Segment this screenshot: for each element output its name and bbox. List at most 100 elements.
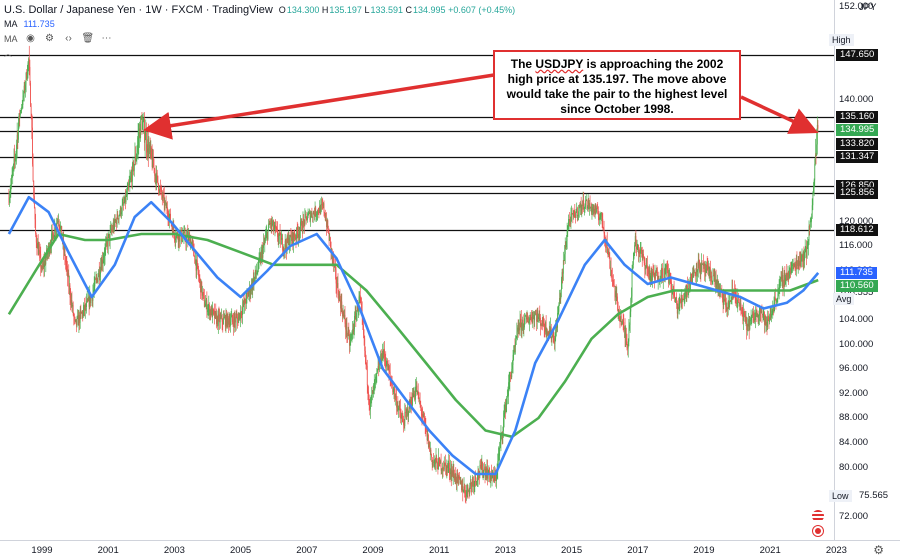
ma-slow-tag: 110.560: [836, 280, 878, 292]
candle-body-113: [80, 311, 82, 313]
candle-body-220: [148, 148, 150, 157]
candle-body-6: [12, 170, 14, 175]
candle-body-622: [404, 412, 406, 427]
candle-body-676: [438, 457, 440, 459]
candle-body-837: [541, 323, 543, 326]
candle-body-117: [82, 309, 84, 316]
candle-body-841: [543, 325, 545, 329]
candle-body-1135: [730, 300, 732, 302]
price-tick: 84.000: [839, 437, 869, 448]
eye-icon[interactable]: ◉: [25, 33, 37, 45]
candle-body-976: [629, 311, 631, 325]
japan-flag-icon[interactable]: [812, 525, 824, 537]
candle-body-786: [508, 381, 510, 383]
candle-body-928: [599, 217, 601, 220]
gear-icon[interactable]: ⚙: [873, 543, 884, 557]
candle-body-793: [513, 353, 515, 355]
candle-body-2: [9, 192, 11, 198]
chevron-up-icon[interactable]: ︿: [4, 49, 12, 58]
candle-body-202: [137, 145, 138, 153]
candle-body-1105: [711, 281, 713, 283]
candle-body-778: [503, 412, 505, 419]
candle-body-615: [399, 408, 401, 415]
candle-body-998: [643, 257, 645, 263]
candle-body-150: [103, 256, 105, 258]
candle-body-178: [121, 204, 123, 213]
candle-body-971: [626, 341, 628, 349]
candle-body-101: [72, 305, 74, 315]
candle-body-428: [280, 239, 282, 245]
candle-body-89: [65, 260, 66, 263]
delete-icon[interactable]: 🗑: [82, 33, 95, 45]
collapse-toggle[interactable]: ︿: [4, 48, 12, 59]
candle-body-796: [515, 341, 516, 347]
candle-body-894: [577, 214, 579, 217]
candle-body-1204: [774, 297, 776, 300]
price-axis[interactable]: JPY 152.000147.670140.000120.000116.0001…: [834, 0, 900, 540]
candle-body-885: [571, 213, 573, 215]
candle-body-1008: [650, 275, 651, 281]
candle-body-351: [231, 315, 233, 320]
indicator2-label: MA: [4, 34, 18, 44]
candle-body-962: [620, 315, 622, 325]
candle-body-647: [420, 404, 422, 408]
candle-body-717: [464, 490, 466, 497]
candle-body-724: [469, 485, 471, 494]
candle-body-904: [583, 207, 585, 209]
candle-body-620: [403, 422, 404, 425]
symbol-title[interactable]: U.S. Dollar / Japanese Yen · 1W · FXCM ·…: [4, 4, 273, 16]
candle-body-718: [465, 496, 467, 497]
candle-body-893: [576, 207, 578, 217]
candle-body-463: [303, 218, 305, 221]
candle-body-42: [35, 219, 37, 235]
candle-body-520: [339, 294, 341, 300]
candle-body-476: [311, 213, 313, 217]
candle-body-591: [384, 357, 386, 361]
candle-body-1193: [767, 319, 769, 321]
candle-body-840: [543, 317, 544, 326]
year-tick: 1999: [31, 545, 53, 556]
candle-body-20: [21, 106, 23, 111]
candle-body-563: [366, 365, 368, 385]
candle-body-599: [389, 371, 391, 377]
candle-body-944: [609, 256, 611, 268]
candle-body-948: [611, 275, 613, 280]
more-icon[interactable]: ⋯: [101, 33, 113, 45]
indicator2-row[interactable]: MA ◉ ⚙ ‹› 🗑 ⋯: [4, 33, 113, 45]
candle-body-1229: [790, 269, 792, 275]
time-axis[interactable]: 1999 2001 2003 2005 2007 2009 2011 2013 2015 2017…: [0, 540, 900, 558]
candle-body-950: [613, 280, 615, 286]
candle-body-992: [639, 250, 641, 253]
candle-body-982: [633, 251, 635, 259]
candle-body-1144: [736, 303, 738, 304]
candle-body-495: [323, 203, 325, 213]
candle-body-934: [603, 227, 604, 229]
settings-icon[interactable]: ⚙: [44, 33, 56, 45]
candle-body-184: [125, 195, 127, 203]
candle-body-1053: [678, 304, 680, 310]
candle-body-1257: [808, 225, 810, 241]
candle-body-1: [9, 197, 10, 203]
candle-body-1011: [652, 271, 653, 281]
candle-body-357: [235, 317, 237, 323]
candle-body-1047: [674, 299, 676, 302]
candle-body-400: [263, 242, 264, 248]
candle-body-1055: [680, 299, 681, 302]
candle-body-994: [641, 249, 643, 254]
candle-body-708: [459, 476, 460, 480]
candle-body-402: [264, 241, 266, 244]
candle-body-575: [374, 380, 376, 385]
source-code-icon[interactable]: ‹›: [63, 33, 75, 45]
candle-body-947: [611, 270, 613, 276]
us-flag-icon[interactable]: [812, 510, 824, 522]
candle-body-554: [361, 303, 362, 310]
candle-body-546: [356, 313, 357, 321]
candle-body-1264: [813, 187, 814, 194]
candle-body-997: [643, 254, 644, 258]
candle-body-574: [373, 384, 375, 385]
candle-body-171: [117, 214, 119, 219]
candle-body-465: [304, 214, 306, 225]
current-price-tag: 134.995: [836, 124, 879, 136]
indicator-row[interactable]: MA 111.735: [4, 19, 55, 29]
candle-body-859: [555, 329, 557, 339]
